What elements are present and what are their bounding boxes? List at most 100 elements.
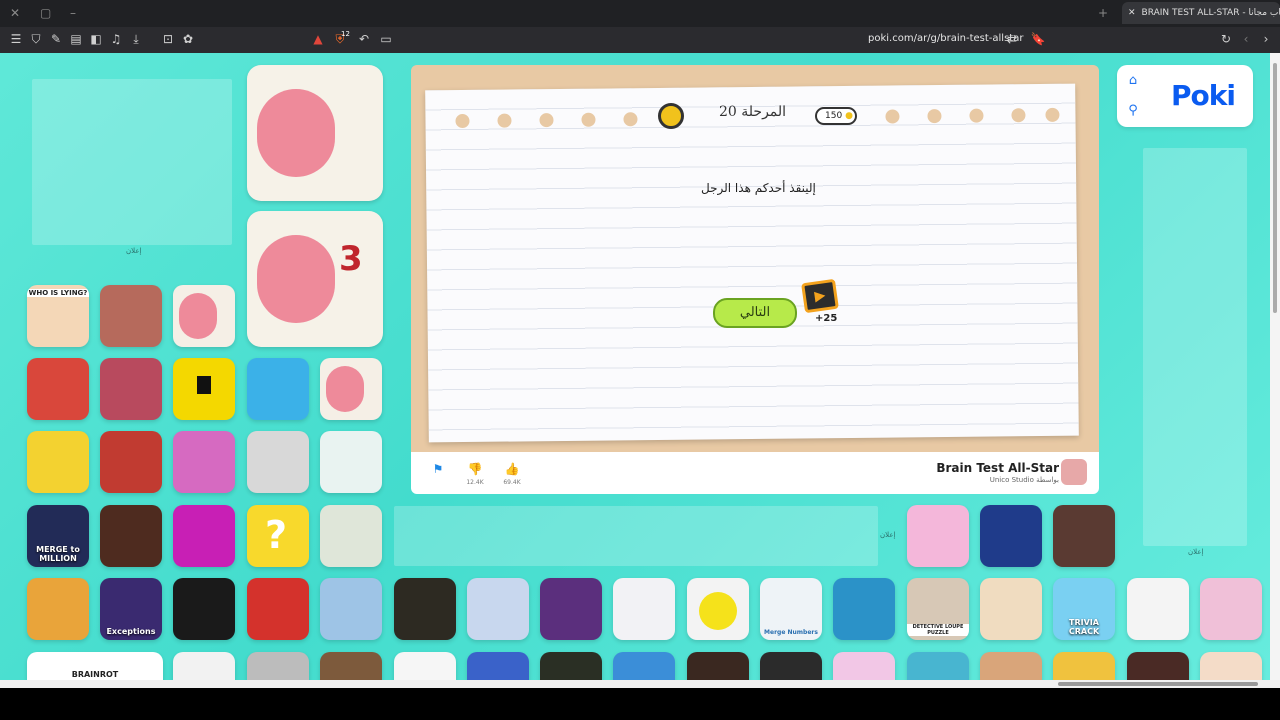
home-icon[interactable]: ⌂ xyxy=(1125,73,1141,89)
download-icon[interactable]: ⤓ xyxy=(128,31,144,47)
game-tile-merge-million[interactable]: MERGE to MILLION xyxy=(27,505,89,567)
game-tile-subway[interactable] xyxy=(27,358,89,420)
game-tile-hexagon[interactable] xyxy=(1200,578,1262,640)
game-tile-boy[interactable] xyxy=(980,652,1042,680)
game-frame[interactable]: المرحلة 20 150 ● إلينقذ أحدكم هذا الرجل … xyxy=(411,65,1099,452)
vertical-scrollbar[interactable] xyxy=(1270,53,1280,680)
warning-icon[interactable]: ▲ xyxy=(310,31,326,47)
report-button[interactable]: ⚑ xyxy=(423,462,453,476)
game-tile-blocky[interactable] xyxy=(247,358,309,420)
game-tile-phone[interactable] xyxy=(320,431,382,493)
game-tile-dark[interactable] xyxy=(173,578,235,640)
game-tile-brainrot[interactable]: BRAINROT xyxy=(27,652,163,680)
game-tile-door[interactable] xyxy=(687,652,749,680)
screenshot-icon[interactable]: ⊡ xyxy=(160,31,176,47)
game-tile-horror[interactable] xyxy=(394,578,456,640)
reload-icon[interactable]: ↻ xyxy=(1218,31,1234,47)
game-tile-man[interactable] xyxy=(320,652,382,680)
tune-icon[interactable]: ⇄ xyxy=(1004,31,1020,47)
game-tile-eyes[interactable] xyxy=(173,652,235,680)
ad-center[interactable] xyxy=(394,506,878,566)
vertical-scroll-thumb[interactable] xyxy=(1273,63,1277,313)
game-tile-brain-test-4[interactable] xyxy=(320,358,382,420)
game-tile-faces[interactable] xyxy=(980,578,1042,640)
game-tile-mahjong[interactable] xyxy=(1127,578,1189,640)
next-button[interactable]: التالي xyxy=(713,298,797,328)
game-tile-stone[interactable] xyxy=(247,652,309,680)
music-icon[interactable]: ♫ xyxy=(108,31,124,47)
game-tile-brain-test-2[interactable] xyxy=(173,285,235,347)
game-tile-find[interactable] xyxy=(100,431,162,493)
sidebar-icon[interactable]: ◧ xyxy=(88,31,104,47)
game-tile-house[interactable] xyxy=(1200,652,1262,680)
shield-icon[interactable]: ⛉ xyxy=(28,31,44,47)
game-tile-fruits[interactable] xyxy=(540,578,602,640)
horizontal-scroll-thumb[interactable] xyxy=(1058,682,1258,686)
game-tile-ninja[interactable] xyxy=(173,358,235,420)
game-tile-hexa[interactable] xyxy=(613,578,675,640)
game-tile-lady[interactable] xyxy=(760,652,822,680)
poki-logo[interactable]: Poki xyxy=(1171,79,1236,112)
tab-close-icon[interactable]: ✕ xyxy=(1128,8,1136,18)
game-tile-girl[interactable] xyxy=(1053,505,1115,567)
paper-hole xyxy=(623,112,638,127)
game-tile-princess[interactable] xyxy=(833,652,895,680)
game-tile-heroes[interactable] xyxy=(247,578,309,640)
game-tile-exceptions[interactable]: Exceptions xyxy=(100,578,162,640)
game-tile-scientist[interactable] xyxy=(833,578,895,640)
game-tile-trivia-crack[interactable]: TRIVIA CRACK xyxy=(1053,578,1115,640)
game-tile-car[interactable] xyxy=(467,652,529,680)
question-text: إلينقذ أحدكم هذا الرجل xyxy=(701,181,816,195)
game-tile-slide[interactable] xyxy=(27,578,89,640)
forward-icon[interactable]: › xyxy=(1258,31,1274,47)
game-tile-pigeon[interactable] xyxy=(320,578,382,640)
reader-icon[interactable]: ▤ xyxy=(68,31,84,47)
game-tile-brain-test-1[interactable] xyxy=(247,65,383,201)
game-tile-who-is-lying[interactable]: WHO IS LYING? xyxy=(27,285,89,347)
game-tile-puzzle[interactable] xyxy=(1053,652,1115,680)
game-tile-word[interactable] xyxy=(320,505,382,567)
settings-gear-icon[interactable] xyxy=(658,103,684,129)
game-tile-merge-numbers[interactable]: Merge Numbers xyxy=(760,578,822,640)
bookmark-icon[interactable]: 🔖 xyxy=(1030,31,1046,47)
game-tile-quiz[interactable] xyxy=(27,431,89,493)
new-tab-icon[interactable]: + xyxy=(1098,6,1108,20)
browser-tab[interactable]: ✕ BRAIN TEST ALL-STAR - ألعاب مجانا xyxy=(1122,2,1280,24)
undo-icon[interactable]: ↶ xyxy=(356,31,372,47)
hint-counter[interactable]: 150 ● xyxy=(815,107,857,125)
game-tile-brain-test-3[interactable]: 3 xyxy=(247,211,383,347)
cast-icon[interactable]: ▭ xyxy=(378,31,394,47)
minimize-window-icon[interactable]: – xyxy=(70,6,76,20)
menu-icon[interactable]: ☰ xyxy=(8,31,24,47)
game-tile-stickman[interactable] xyxy=(247,431,309,493)
close-window-icon[interactable]: ✕ xyxy=(10,6,20,20)
url-bar[interactable]: poki.com/ar/g/brain-test-allstar xyxy=(868,33,1023,44)
game-tile-maze[interactable] xyxy=(394,652,456,680)
game-tile-angry[interactable] xyxy=(687,578,749,640)
restore-window-icon[interactable]: ▢ xyxy=(40,6,51,20)
game-tile-twins[interactable] xyxy=(100,285,162,347)
like-button[interactable]: 👍 69.4K xyxy=(497,462,527,486)
brush-icon[interactable]: ✎ xyxy=(48,31,64,47)
game-tile-ramp[interactable] xyxy=(907,652,969,680)
back-icon[interactable]: ‹ xyxy=(1238,31,1254,47)
extension-icon[interactable]: ✿ xyxy=(180,31,196,47)
game-tile-water-sort[interactable] xyxy=(467,578,529,640)
game-tile-blocks[interactable] xyxy=(980,505,1042,567)
game-tile-thief[interactable] xyxy=(100,358,162,420)
game-tile-dress[interactable] xyxy=(173,431,235,493)
game-tile-room[interactable] xyxy=(540,652,602,680)
ad-left[interactable] xyxy=(32,79,232,245)
game-tile-monster[interactable] xyxy=(1127,652,1189,680)
search-icon[interactable]: ⚲ xyxy=(1125,103,1141,119)
game-tile-detective-loupe[interactable]: DETECTIVE LOUPE PUZZLE xyxy=(907,578,969,640)
video-reward-icon[interactable]: ▶ xyxy=(801,278,839,314)
horizontal-scrollbar[interactable] xyxy=(0,680,1280,688)
dislike-button[interactable]: 👎 12.4K xyxy=(460,462,490,486)
game-tile-dolls[interactable] xyxy=(907,505,969,567)
game-tile-detective[interactable] xyxy=(100,505,162,567)
game-tile-snake[interactable] xyxy=(173,505,235,567)
ad-right[interactable] xyxy=(1143,148,1247,546)
game-tile-2048[interactable] xyxy=(613,652,675,680)
game-tile-question-block[interactable]: ? xyxy=(247,505,309,567)
